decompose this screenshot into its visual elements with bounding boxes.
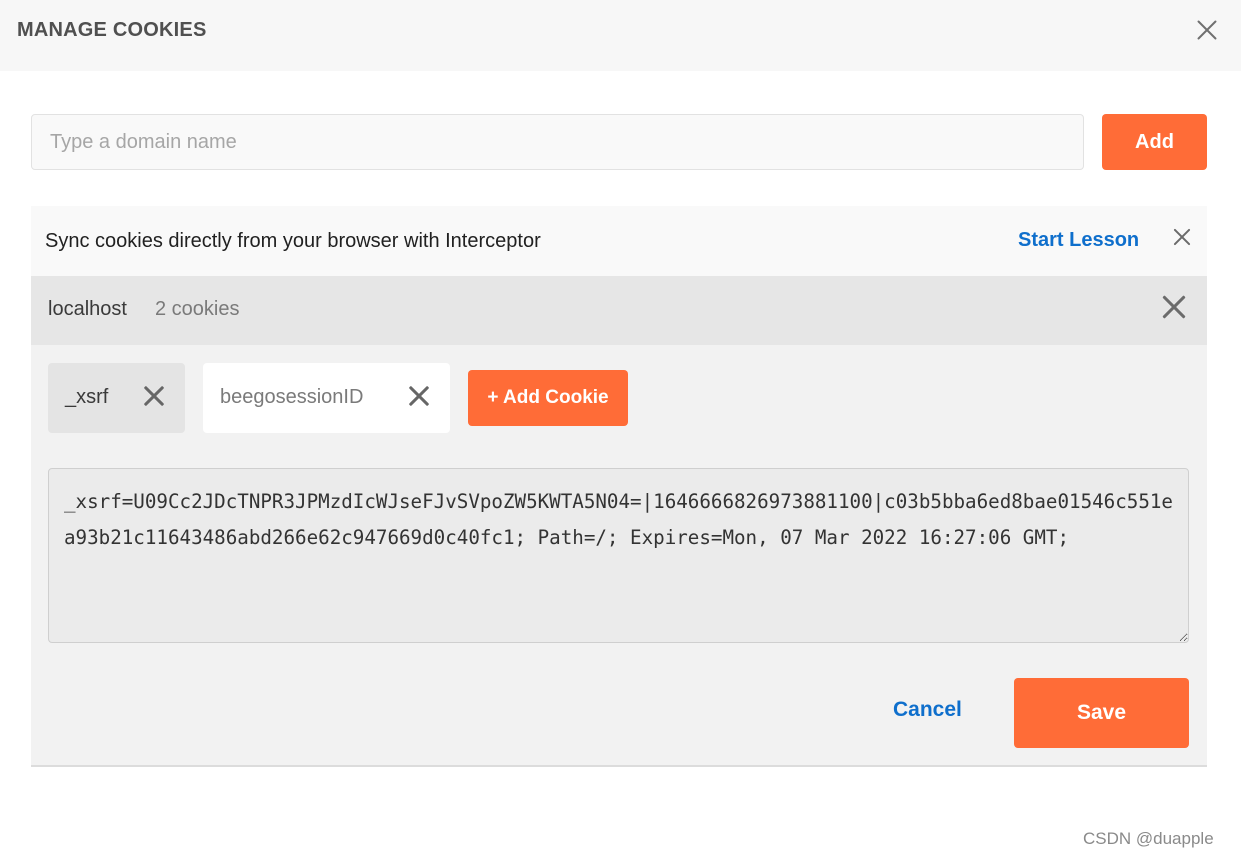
cancel-button[interactable]: Cancel [893,690,962,730]
interceptor-banner: Sync cookies directly from your browser … [31,206,1207,276]
domain-cookie-panel: localhost 2 cookies _xsrf beegosessionID… [31,276,1207,767]
interceptor-banner-text: Sync cookies directly from your browser … [45,230,541,252]
domain-name-input[interactable] [31,114,1084,170]
remove-domain-icon[interactable] [1160,293,1188,321]
add-cookie-button[interactable]: + Add Cookie [468,370,628,426]
cookie-tab-label: beegosessionID [220,386,364,408]
watermark: CSDN @duapple [1083,829,1214,848]
cookie-value-textarea[interactable]: _xsrf=U09Cc2JDcTNPR3JPMzdIcWJseFJvSVpoZW… [48,468,1189,643]
cookie-tab-beegosessionid[interactable]: beegosessionID [203,363,450,433]
dialog-title: MANAGE COOKIES [17,19,207,41]
dismiss-banner-icon[interactable] [1172,227,1192,247]
start-lesson-link[interactable]: Start Lesson [1018,229,1139,252]
add-domain-button[interactable]: Add [1102,114,1207,170]
remove-cookie-icon[interactable] [142,384,166,408]
save-button[interactable]: Save [1014,678,1189,748]
remove-cookie-icon[interactable] [407,384,431,408]
cookie-count: 2 cookies [155,298,240,320]
close-icon[interactable] [1194,17,1220,43]
dialog-header: MANAGE COOKIES [0,0,1241,71]
domain-panel-header: localhost 2 cookies [31,276,1207,345]
cookie-tab-xsrf[interactable]: _xsrf [48,363,185,433]
cookie-tab-label: _xsrf [65,386,109,408]
domain-label: localhost [48,298,127,320]
